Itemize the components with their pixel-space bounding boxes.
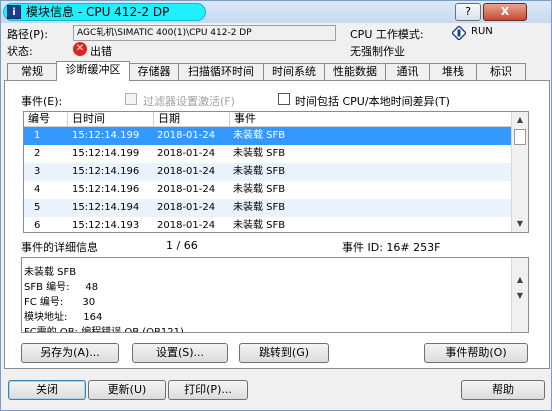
- settings-button[interactable]: 设置(S)...: [132, 343, 228, 363]
- table-row[interactable]: 1 15:12:14.199 2018-01-24 未装载 SFB: [24, 127, 512, 145]
- cell-event: 未装载 SFB: [233, 148, 286, 159]
- table-row[interactable]: 2 15:12:14.199 2018-01-24 未装载 SFB: [24, 145, 512, 163]
- event-id: 事件 ID: 16# 253F: [342, 241, 441, 254]
- event-counter: 1 / 66: [166, 239, 198, 252]
- cpu-mode-value: RUN: [471, 26, 493, 37]
- window-title: 模块信息 - CPU 412-2 DP: [26, 5, 170, 19]
- time-difference-checkbox[interactable]: [278, 93, 290, 105]
- cell-time: 15:12:14.193: [72, 220, 140, 231]
- tab-memory[interactable]: 存储器: [129, 63, 179, 80]
- detail-line: SFB 编号: 48: [24, 282, 99, 293]
- goto-button[interactable]: 跳转到(G): [239, 343, 329, 363]
- cell-number: 5: [34, 202, 41, 213]
- force-status: 无强制作业: [350, 45, 405, 58]
- cell-event: 未装载 SFB: [233, 166, 286, 177]
- table-row[interactable]: 5 15:12:14.194 2018-01-24 未装载 SFB: [24, 199, 512, 217]
- detail-line: 未装载 SFB: [24, 267, 77, 278]
- event-list-header: 编号 日时间 日期 事件: [24, 112, 512, 127]
- cell-number: 6: [34, 220, 41, 231]
- cell-date: 2018-01-24: [157, 220, 216, 231]
- tab-general[interactable]: 常规: [7, 63, 57, 80]
- close-button[interactable]: 关闭: [8, 380, 86, 400]
- column-header-number[interactable]: 编号: [24, 112, 68, 127]
- cell-time: 15:12:14.194: [72, 202, 140, 213]
- help-title-button[interactable]: ?: [455, 3, 481, 21]
- update-button[interactable]: 更新(U): [88, 380, 166, 400]
- path-label: 路径(P):: [7, 28, 48, 41]
- title-bar: i 模块信息 - CPU 412-2 DP ? X: [1, 1, 551, 23]
- tab-stack[interactable]: 堆栈: [429, 63, 477, 80]
- save-as-button[interactable]: 另存为(A)...: [21, 343, 119, 363]
- scroll-up-icon[interactable]: ▲: [512, 112, 528, 128]
- tab-scan-cycle[interactable]: 扫描循环时间: [178, 63, 264, 80]
- event-list[interactable]: 编号 日时间 日期 事件 1 15:12:14.199 2018-01-24 未…: [23, 111, 529, 233]
- help-button[interactable]: 帮助: [461, 380, 545, 400]
- scroll-thumb[interactable]: [514, 129, 526, 145]
- cell-date: 2018-01-24: [157, 148, 216, 159]
- column-header-time[interactable]: 日时间: [68, 112, 154, 127]
- tab-performance[interactable]: 性能数据: [324, 63, 386, 80]
- error-icon: ✕: [73, 42, 87, 56]
- column-header-event[interactable]: 事件: [230, 112, 512, 127]
- close-title-button[interactable]: X: [483, 3, 527, 21]
- events-label: 事件(E):: [21, 95, 63, 108]
- event-details-text[interactable]: 未装载 SFB SFB 编号: 48 FC 编号: 30 模块地址: 164 F…: [21, 257, 529, 333]
- module-info-window: i 模块信息 - CPU 412-2 DP ? X 路径(P): AGC轧机\S…: [0, 0, 552, 411]
- filter-label: 过滤器设置激活(F): [143, 95, 235, 108]
- cell-event: 未装载 SFB: [233, 130, 286, 141]
- path-field: AGC轧机\SIMATIC 400(1)\CPU 412-2 DP: [73, 25, 336, 41]
- cell-number: 1: [34, 130, 41, 141]
- tab-communication[interactable]: 通讯: [385, 63, 430, 80]
- cell-number: 3: [34, 166, 41, 177]
- cpu-mode-label: CPU 工作模式:: [350, 28, 424, 41]
- filter-checkbox: [125, 93, 137, 105]
- event-help-button[interactable]: 事件帮助(O): [424, 343, 528, 363]
- run-mode-icon: [452, 26, 466, 40]
- cell-date: 2018-01-24: [157, 166, 216, 177]
- cell-time: 15:12:14.199: [72, 130, 140, 141]
- title-highlight: i 模块信息 - CPU 412-2 DP: [3, 3, 206, 21]
- cell-date: 2018-01-24: [157, 130, 216, 141]
- cell-time: 15:12:14.196: [72, 166, 140, 177]
- event-list-scrollbar[interactable]: ▲ ▼: [511, 112, 528, 232]
- cell-event: 未装载 SFB: [233, 184, 286, 195]
- tab-time-system[interactable]: 时间系统: [263, 63, 325, 80]
- cell-event: 未装载 SFB: [233, 202, 286, 213]
- column-header-date[interactable]: 日期: [154, 112, 230, 127]
- status-label: 状态:: [7, 45, 33, 58]
- cell-number: 4: [34, 184, 41, 195]
- cell-date: 2018-01-24: [157, 184, 216, 195]
- status-value: 出错: [90, 45, 112, 58]
- detail-line: FC 编号: 30: [24, 297, 96, 308]
- tab-strip: 常规 诊断缓冲区 存储器 扫描循环时间 时间系统 性能数据 通讯 堆栈 标识: [4, 61, 550, 81]
- table-row[interactable]: 3 15:12:14.196 2018-01-24 未装载 SFB: [24, 163, 512, 181]
- table-row[interactable]: 6 15:12:14.193 2018-01-24 未装载 SFB: [24, 217, 512, 232]
- print-button[interactable]: 打印(P)...: [168, 380, 248, 400]
- scroll-up-icon[interactable]: ▲: [512, 272, 528, 288]
- tab-diagnostic-buffer[interactable]: 诊断缓冲区: [56, 61, 130, 81]
- tab-identification[interactable]: 标识: [476, 63, 526, 80]
- detail-line: 模块地址: 164: [24, 312, 103, 323]
- cell-date: 2018-01-24: [157, 202, 216, 213]
- info-app-icon: i: [7, 5, 21, 19]
- detail-line: FC需的 OB: 编程错误 OB (OB121): [24, 327, 184, 333]
- scroll-down-icon[interactable]: ▼: [512, 216, 528, 232]
- scroll-down-icon[interactable]: ▼: [512, 288, 528, 304]
- table-row[interactable]: 4 15:12:14.196 2018-01-24 未装载 SFB: [24, 181, 512, 199]
- details-scrollbar[interactable]: ▲ ▼: [511, 258, 528, 332]
- time-difference-label: 时间包括 CPU/本地时间差异(T): [295, 95, 450, 108]
- cell-number: 2: [34, 148, 41, 159]
- cell-event: 未装载 SFB: [233, 220, 286, 231]
- details-label: 事件的详细信息: [21, 241, 98, 254]
- cell-time: 15:12:14.196: [72, 184, 140, 195]
- cell-time: 15:12:14.199: [72, 148, 140, 159]
